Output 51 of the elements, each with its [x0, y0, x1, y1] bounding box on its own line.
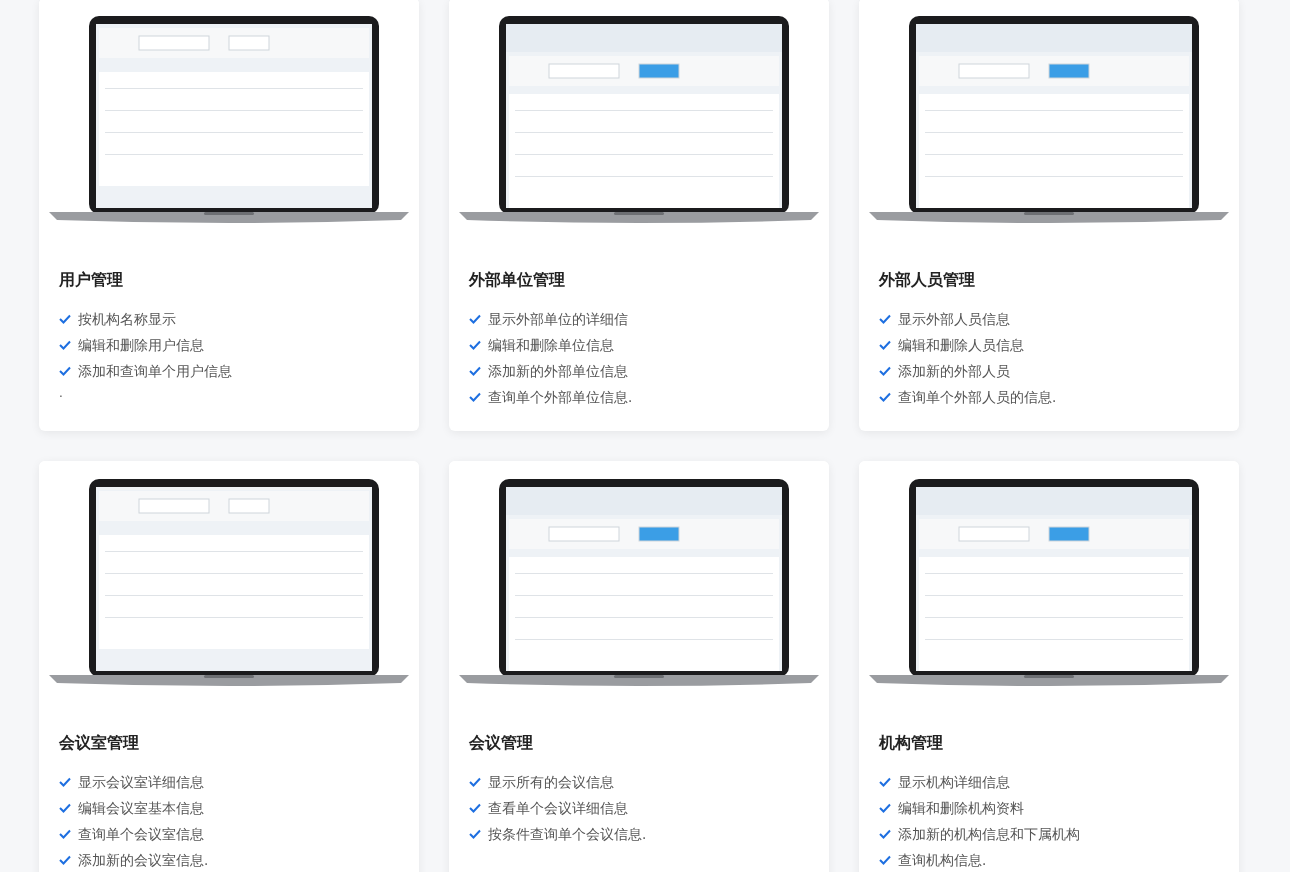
check-icon	[469, 803, 481, 813]
feature-text: 查询单个外部单位信息.	[488, 387, 633, 407]
card-title: 外部人员管理	[879, 269, 976, 291]
check-icon	[879, 777, 891, 787]
feature-text: 编辑和删除机构资料	[898, 798, 1024, 818]
check-icon	[59, 340, 71, 350]
card-title: 用户管理	[59, 269, 124, 291]
feature-text: 添加新的外部单位信息	[488, 361, 628, 381]
feature-text: 按机构名称显示	[78, 309, 176, 329]
check-icon	[879, 803, 891, 813]
check-icon	[469, 777, 481, 787]
feature-text: 按条件查询单个会议信息.	[488, 824, 647, 844]
note-text: .	[59, 385, 64, 402]
check-icon	[59, 777, 71, 787]
feature-text: 添加新的机构信息和下属机构	[898, 824, 1080, 844]
check-icon	[469, 314, 481, 324]
check-icon	[469, 829, 481, 839]
feature-text: 添加新的会议室信息.	[78, 850, 209, 870]
check-icon	[469, 340, 481, 350]
feature-text: 添加新的外部人员	[898, 361, 1010, 381]
card-title: 会议室管理	[59, 732, 140, 754]
feature-text: 编辑和删除用户信息	[78, 335, 204, 355]
feature-text: 显示所有的会议信息	[488, 772, 614, 792]
check-icon	[879, 366, 891, 376]
feature-text: 编辑和删除单位信息	[488, 335, 614, 355]
check-icon	[879, 855, 891, 865]
feature-text: 查询单个外部人员的信息.	[898, 387, 1057, 407]
feature-text: 添加和查询单个用户信息	[78, 361, 232, 381]
feature-text: 显示会议室详细信息	[78, 772, 204, 792]
feature-text: 编辑和删除人员信息	[898, 335, 1024, 355]
feature-text: 显示外部单位的详细信	[488, 309, 628, 329]
check-icon	[879, 392, 891, 402]
check-icon	[59, 829, 71, 839]
check-icon	[59, 314, 71, 324]
feature-text: 查询单个会议室信息	[78, 824, 204, 844]
card-title: 机构管理	[879, 732, 944, 754]
check-icon	[469, 392, 481, 402]
check-icon	[469, 366, 481, 376]
check-icon	[59, 803, 71, 813]
feature-text: 查询机构信息.	[898, 850, 987, 870]
feature-text: 显示外部人员信息	[898, 309, 1010, 329]
card-title: 会议管理	[469, 732, 534, 754]
check-icon	[59, 366, 71, 376]
feature-text: 显示机构详细信息	[898, 772, 1010, 792]
check-icon	[879, 314, 891, 324]
check-icon	[879, 340, 891, 350]
check-icon	[59, 855, 71, 865]
feature-text: 编辑会议室基本信息	[78, 798, 204, 818]
check-icon	[879, 829, 891, 839]
feature-text: 查看单个会议详细信息	[488, 798, 628, 818]
card-title: 外部单位管理	[469, 269, 566, 291]
